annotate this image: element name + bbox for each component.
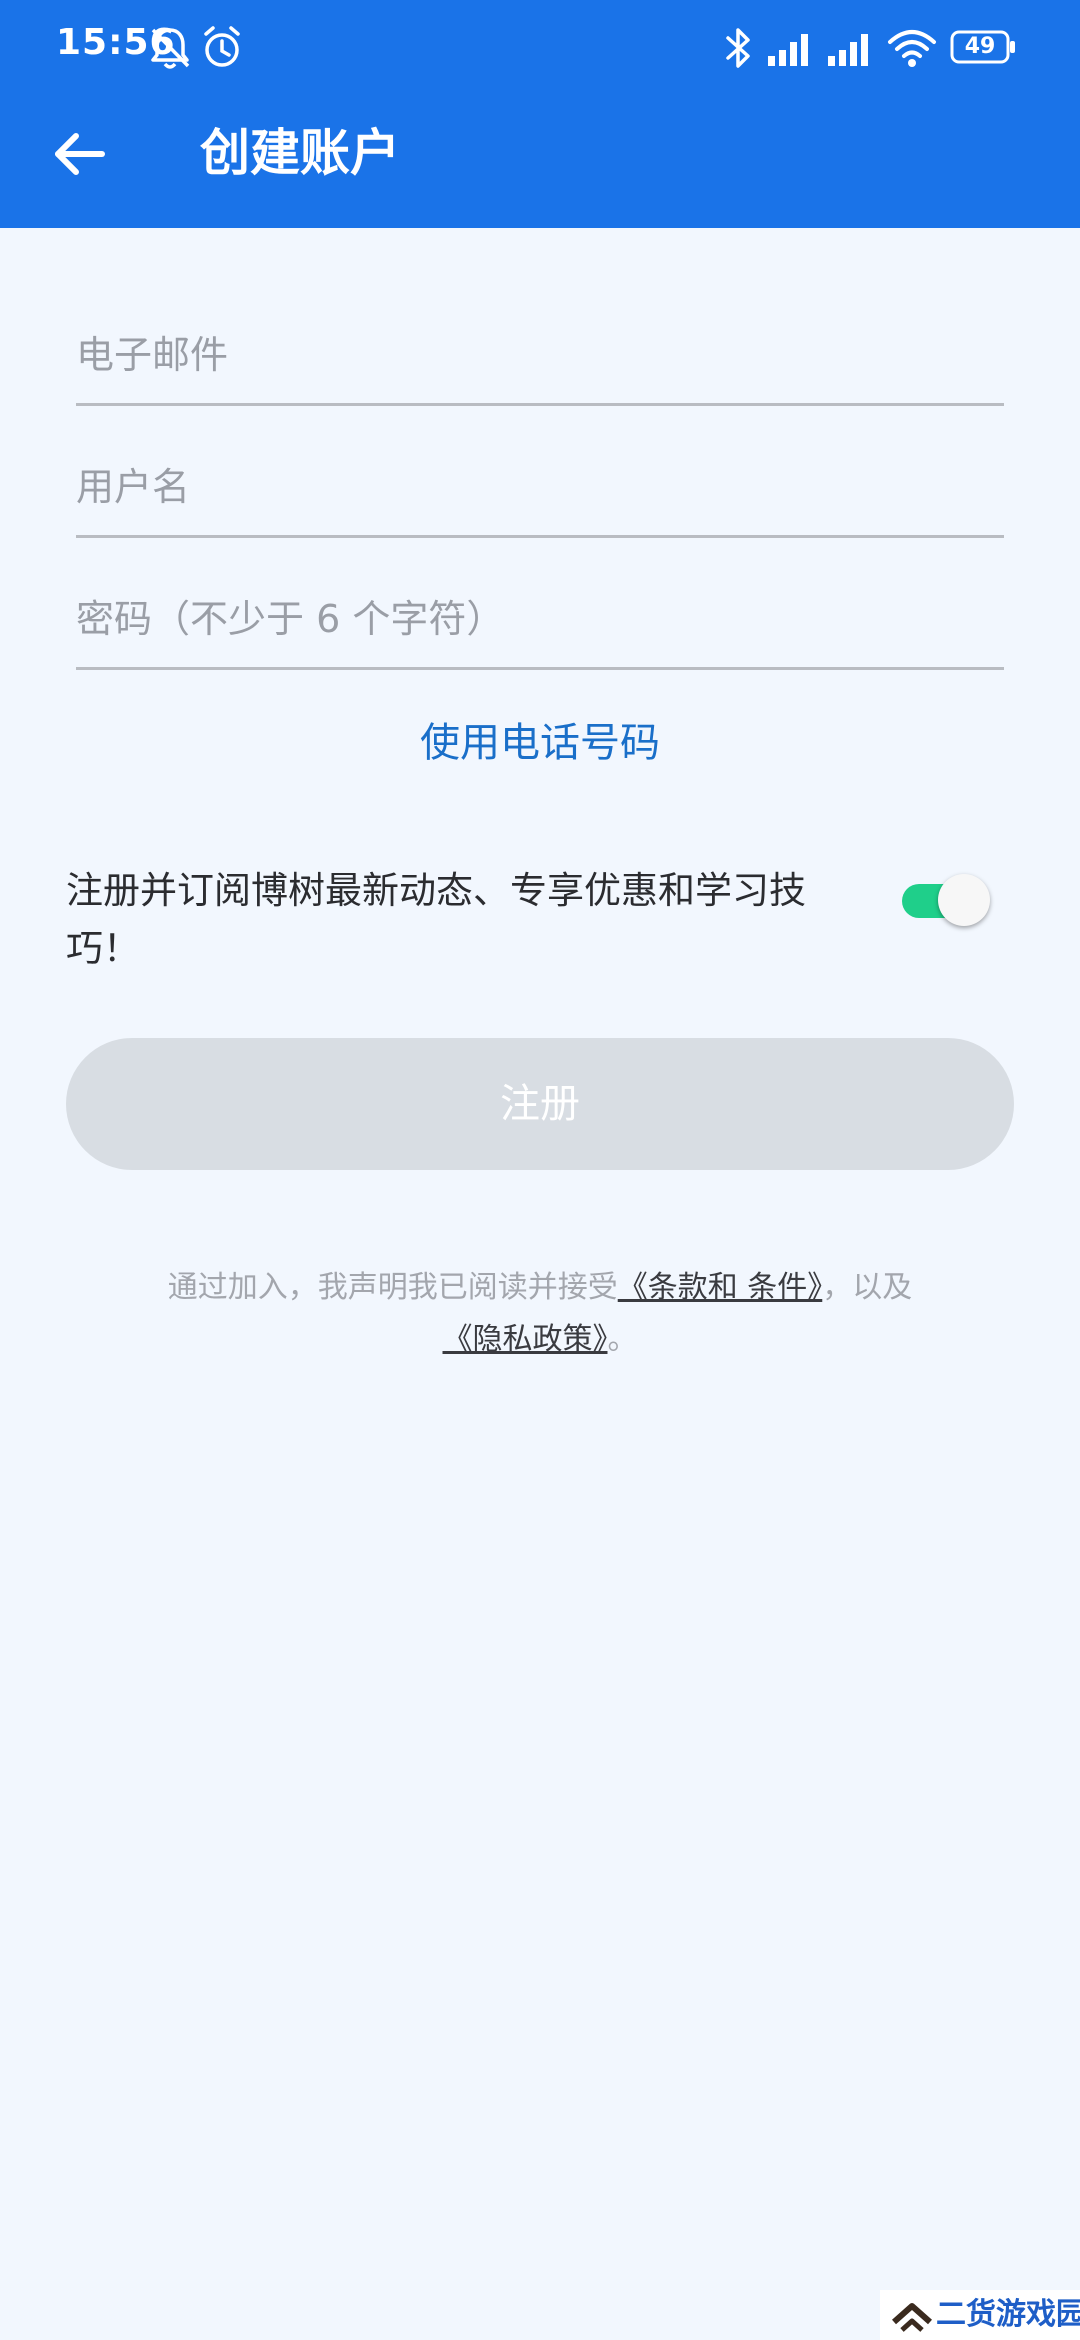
battery-level: 49 [964,34,996,59]
register-button[interactable]: 注册 [66,1038,1014,1170]
legal-prefix: 通过加入，我声明我已阅读并接受 [167,1270,618,1305]
use-phone-number-link[interactable]: 使用电话号码 [0,710,1080,768]
app-bar: 15:56 49 创建账户 [0,0,1080,228]
email-field [76,296,1004,406]
legal-suffix: 。 [607,1322,638,1357]
toggle-knob [938,874,990,926]
username-input[interactable] [76,455,1004,519]
watermark: 二货游戏园 [880,2290,1080,2340]
wifi-icon [888,30,936,67]
alarm-icon [204,26,240,67]
legal-notice: 通过加入，我声明我已阅读并接受《条款和 条件》，以及《隐私政策》。 [120,1262,960,1366]
signal-hd-icon [828,34,868,66]
password-input[interactable] [76,587,1004,651]
username-field [76,428,1004,538]
page-title: 创建账户 [200,124,400,182]
password-field [76,560,1004,670]
status-bar: 15:56 49 [0,0,1080,96]
email-input[interactable] [76,323,1004,387]
watermark-text: 二货游戏园 [936,2297,1080,2332]
signal-icon [768,34,808,66]
bell-off-icon [151,28,190,69]
subscribe-toggle[interactable] [898,872,990,928]
privacy-link[interactable]: 《隐私政策》 [443,1322,608,1357]
back-arrow-icon[interactable] [44,118,116,190]
subscribe-label: 注册并订阅博树最新动态、专享优惠和学习技巧！ [66,869,806,970]
legal-middle: ，以及 [822,1270,913,1305]
terms-link[interactable]: 《条款和 条件》 [618,1270,823,1305]
chevron-up-logo-icon [892,2303,932,2332]
bluetooth-icon [726,28,750,68]
